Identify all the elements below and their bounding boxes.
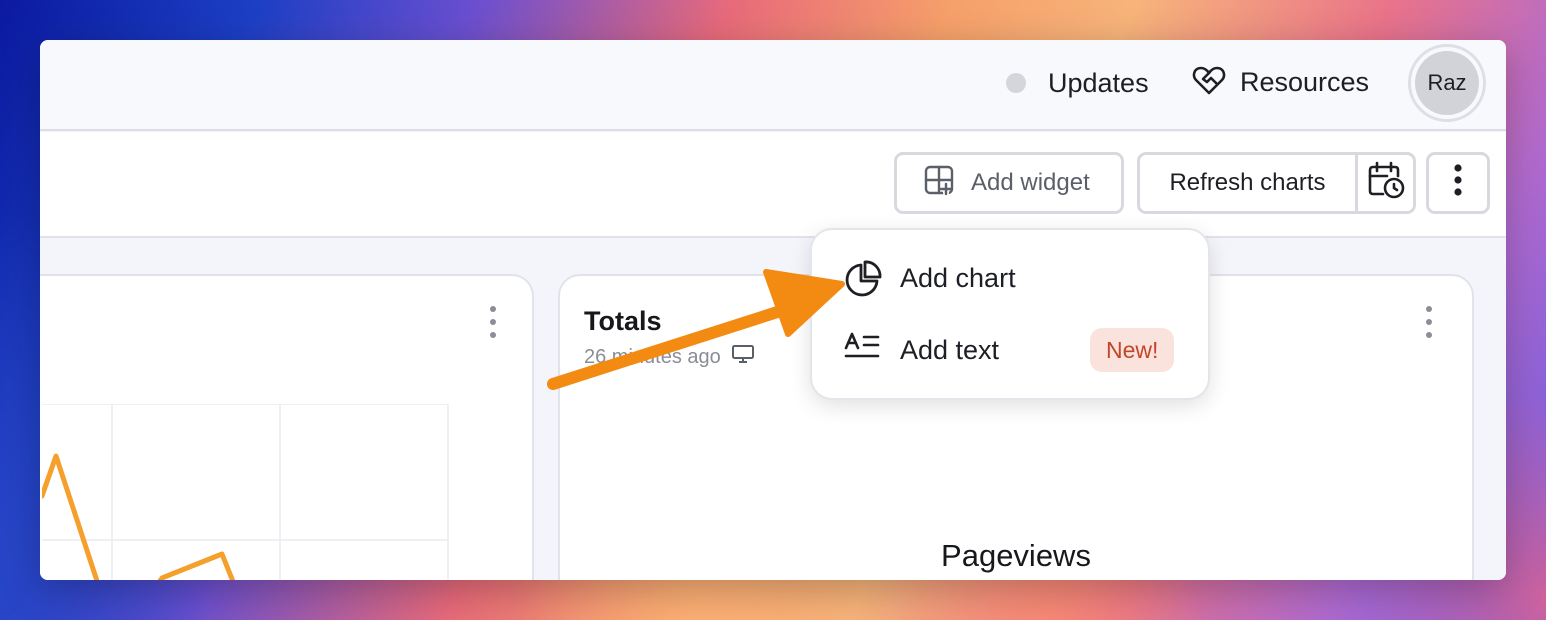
refresh-charts-button[interactable]: Refresh charts xyxy=(1140,155,1358,211)
menu-item-label: Add chart xyxy=(900,262,1016,293)
menu-item-label: Add text xyxy=(900,334,1000,365)
heart-handshake-icon xyxy=(1192,64,1226,101)
refresh-charts-group: Refresh charts xyxy=(1137,152,1416,214)
status-dot-icon xyxy=(1006,73,1026,93)
chart-card xyxy=(40,274,534,580)
menu-item-add-text[interactable]: Add text New! xyxy=(812,322,1208,378)
top-navigation-bar: Updates Resources Raz xyxy=(40,40,1506,131)
updates-link[interactable]: Updates xyxy=(1006,68,1149,98)
menu-item-add-chart[interactable]: Add chart xyxy=(812,250,1208,306)
card-updated-time: 26 minutes ago xyxy=(584,344,755,370)
calendar-clock-icon xyxy=(1367,160,1405,207)
user-avatar[interactable]: Raz xyxy=(1408,44,1486,122)
metric-label: Pageviews xyxy=(941,538,1091,573)
updated-time-label: 26 minutes ago xyxy=(584,345,721,368)
add-widget-button[interactable]: Add widget xyxy=(894,152,1124,214)
more-options-button[interactable] xyxy=(1426,152,1490,214)
monitor-icon xyxy=(731,344,755,370)
add-widget-dropdown: Add chart Add text New! xyxy=(810,228,1210,400)
dashboard-content: Totals 26 minutes ago Pageviews xyxy=(40,240,1506,580)
card-menu-icon[interactable] xyxy=(488,306,498,340)
text-icon xyxy=(844,332,880,373)
card-title: Totals xyxy=(584,306,662,336)
resources-label: Resources xyxy=(1240,66,1370,97)
add-widget-label: Add widget xyxy=(971,169,1090,196)
line-chart xyxy=(42,404,449,580)
avatar-initials: Raz xyxy=(1415,51,1479,115)
chart-series-line xyxy=(42,453,236,580)
dashboard-toolbar: Add widget Refresh charts xyxy=(40,132,1506,238)
vertical-dots-icon xyxy=(1453,163,1463,204)
card-menu-icon[interactable] xyxy=(1424,306,1434,340)
pie-chart-icon xyxy=(844,260,882,305)
add-widget-icon xyxy=(923,164,955,203)
new-badge: New! xyxy=(1090,328,1175,372)
updates-label: Updates xyxy=(1048,67,1149,98)
app-window: Updates Resources Raz Add widget Refresh… xyxy=(40,40,1506,580)
refresh-schedule-button[interactable] xyxy=(1358,155,1413,211)
resources-link[interactable]: Resources xyxy=(1192,66,1369,98)
